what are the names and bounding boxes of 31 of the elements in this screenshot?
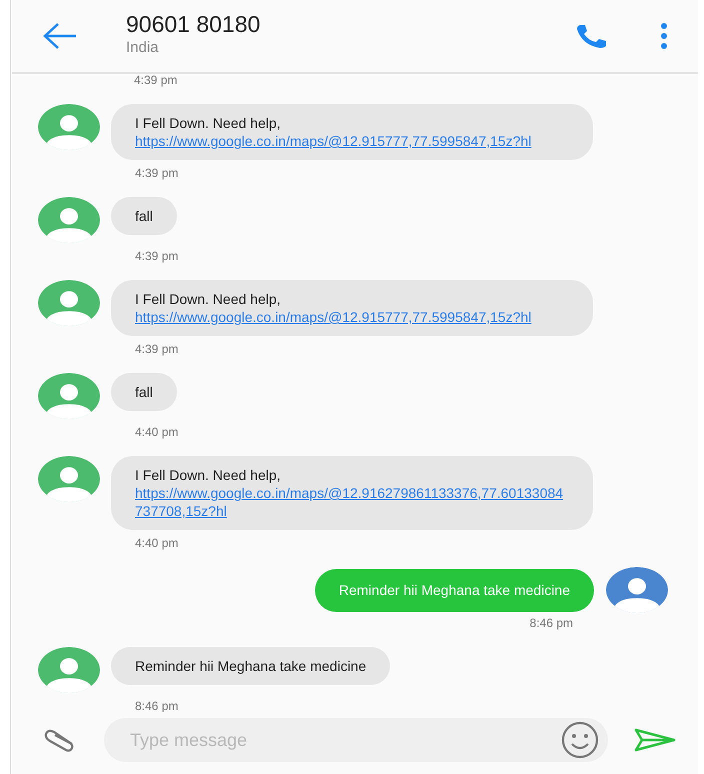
phone-icon[interactable]	[574, 23, 608, 49]
message-time: 8:46 pm	[530, 616, 573, 630]
contact-location: India	[126, 38, 160, 58]
avatar-icon	[38, 647, 100, 693]
message-link[interactable]: https://www.google.co.in/maps/@12.915777,77.5995847,15z?hl	[135, 308, 569, 326]
message-bubble: I Fell Down. Need help, https://www.google.co.in/maps/@12.916279861133376,77.60133084737708,15z?hl	[111, 456, 593, 530]
message-time: 4:39 pm	[135, 166, 178, 180]
more-options-icon[interactable]	[660, 23, 668, 49]
send-icon[interactable]	[634, 728, 676, 752]
message-time: 4:40 pm	[135, 536, 178, 550]
avatar-icon	[38, 104, 100, 150]
message-bubble: Reminder hii Meghana take medicine	[111, 647, 390, 685]
avatar-icon	[38, 280, 100, 326]
message-bubble: fall	[111, 197, 177, 235]
contact-number: 90601 80180	[126, 12, 262, 38]
message-bubble: Reminder hii Meghana take medicine	[314, 568, 594, 612]
avatar-icon	[38, 373, 100, 419]
message-time: 4:40 pm	[135, 425, 178, 439]
message-time: 4:39 pm	[134, 74, 178, 87]
back-arrow-icon[interactable]	[42, 22, 78, 50]
message-bubble: I Fell Down. Need help, https://www.google.co.in/maps/@12.915777,77.5995847,15z?hl	[111, 104, 593, 160]
avatar-icon	[38, 197, 100, 243]
message-link[interactable]: https://www.google.co.in/maps/@12.915777,77.5995847,15z?hl	[135, 132, 569, 150]
message-bubble: fall	[111, 373, 177, 411]
message-time: 4:39 pm	[135, 342, 178, 356]
message-bubble: I Fell Down. Need help, https://www.google.co.in/maps/@12.915777,77.5995847,15z?hl	[111, 280, 593, 336]
message-link[interactable]: https://www.google.co.in/maps/@12.916279861133376,77.60133084737708,15z?hl	[135, 484, 569, 520]
emoji-icon[interactable]	[560, 720, 600, 760]
avatar-icon	[606, 567, 668, 613]
message-time: 4:39 pm	[135, 249, 178, 263]
avatar-icon	[38, 456, 100, 502]
